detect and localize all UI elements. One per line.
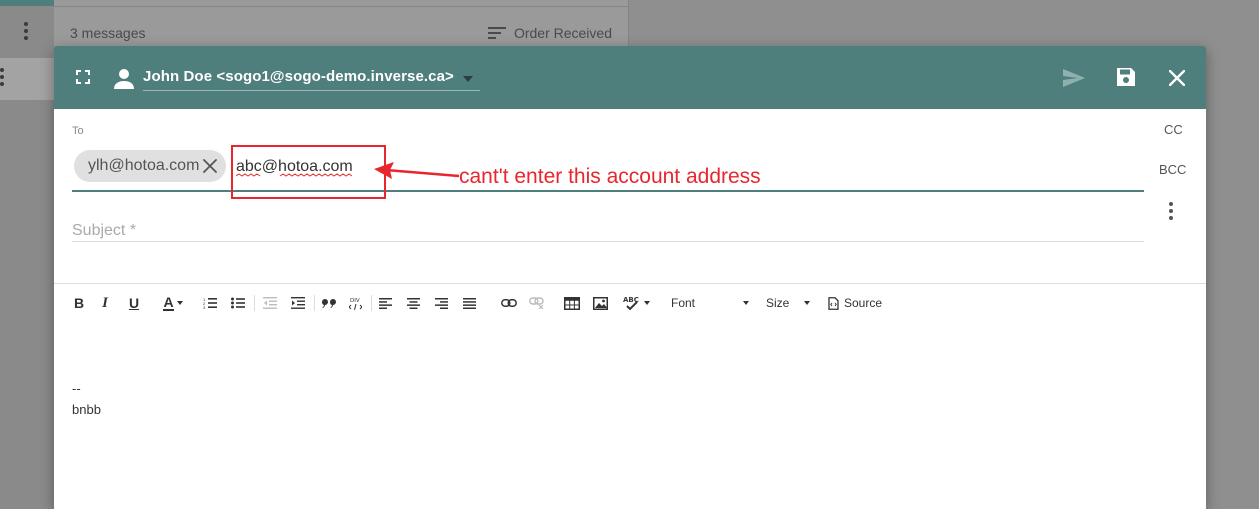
signature-text[interactable]: bnbb [72, 402, 101, 417]
chevron-down-icon[interactable] [463, 76, 473, 82]
source-label: Source [844, 296, 883, 310]
source-button[interactable]: Source [828, 292, 888, 314]
background-selected-row [0, 58, 54, 100]
recipient-chip[interactable]: ylh@hotoa.com [74, 150, 226, 182]
recipient-chip-label: ylh@hotoa.com [88, 157, 200, 174]
more-vert-icon[interactable] [0, 68, 6, 86]
subject-input[interactable] [72, 220, 1142, 242]
bold-button[interactable]: B [72, 292, 86, 314]
font-combo-label: Font [671, 296, 696, 310]
svg-text:DIV: DIV [350, 298, 360, 304]
subject-underline [72, 241, 1144, 242]
font-combo[interactable]: Font [671, 292, 749, 314]
background-sidebar-accent [0, 0, 54, 6]
from-identity-select[interactable]: John Doe <sogo1@sogo-demo.inverse.ca> [143, 68, 454, 85]
blockquote-icon[interactable] [320, 292, 338, 314]
signature-separator[interactable]: -- [72, 381, 81, 396]
more-vert-icon[interactable] [24, 22, 30, 40]
send-icon[interactable] [1062, 68, 1086, 88]
outdent-icon[interactable] [262, 292, 278, 314]
div-container-icon[interactable]: DIV [347, 292, 363, 314]
save-icon[interactable] [1116, 67, 1136, 87]
link-icon[interactable] [500, 292, 518, 314]
size-combo-label: Size [766, 296, 790, 310]
annotation-arrow [374, 162, 460, 179]
remove-chip-icon[interactable] [203, 159, 218, 173]
image-icon[interactable] [591, 292, 609, 314]
svg-text:3: 3 [203, 305, 206, 309]
more-options-icon[interactable] [1169, 202, 1173, 220]
sort-label: Order Received [513, 25, 612, 41]
chevron-down-icon [743, 301, 749, 305]
fullscreen-icon[interactable] [76, 70, 90, 84]
message-count: 3 messages [70, 25, 146, 41]
background-sidebar [0, 0, 54, 509]
align-left-icon[interactable] [377, 292, 393, 314]
chevron-down-icon [643, 301, 650, 305]
sort-icon [487, 27, 506, 39]
italic-button[interactable]: I [99, 292, 111, 314]
unlink-icon[interactable] [528, 292, 546, 314]
compose-header: John Doe <sogo1@sogo-demo.inverse.ca> [54, 46, 1206, 109]
align-center-icon[interactable] [405, 292, 421, 314]
sort-control[interactable]: Order Received [487, 25, 612, 41]
person-icon [114, 69, 134, 89]
editor-divider [54, 283, 1206, 284]
indent-icon[interactable] [290, 292, 306, 314]
annotation-text: cant't enter this account address [459, 165, 761, 188]
align-justify-icon[interactable] [461, 292, 477, 314]
spellcheck-button[interactable]: ABC [619, 292, 653, 314]
to-label: To [72, 125, 84, 137]
underline-button[interactable]: U [127, 292, 141, 314]
text-color-button[interactable]: A [161, 292, 185, 314]
bulleted-list-icon[interactable] [230, 292, 246, 314]
align-right-icon[interactable] [433, 292, 449, 314]
cc-button[interactable]: CC [1164, 122, 1183, 137]
source-icon [828, 296, 839, 310]
compose-dialog: John Doe <sogo1@sogo-demo.inverse.ca> To… [54, 46, 1206, 509]
chevron-down-icon [804, 301, 810, 305]
table-icon[interactable] [563, 292, 581, 314]
bcc-button[interactable]: BCC [1159, 162, 1186, 177]
from-underline [143, 90, 480, 91]
size-combo[interactable]: Size [766, 292, 810, 314]
numbered-list-icon[interactable]: 123 [202, 292, 218, 314]
close-icon[interactable] [1169, 70, 1185, 86]
chevron-down-icon [176, 301, 183, 305]
annotation-highlight-box [231, 145, 386, 199]
